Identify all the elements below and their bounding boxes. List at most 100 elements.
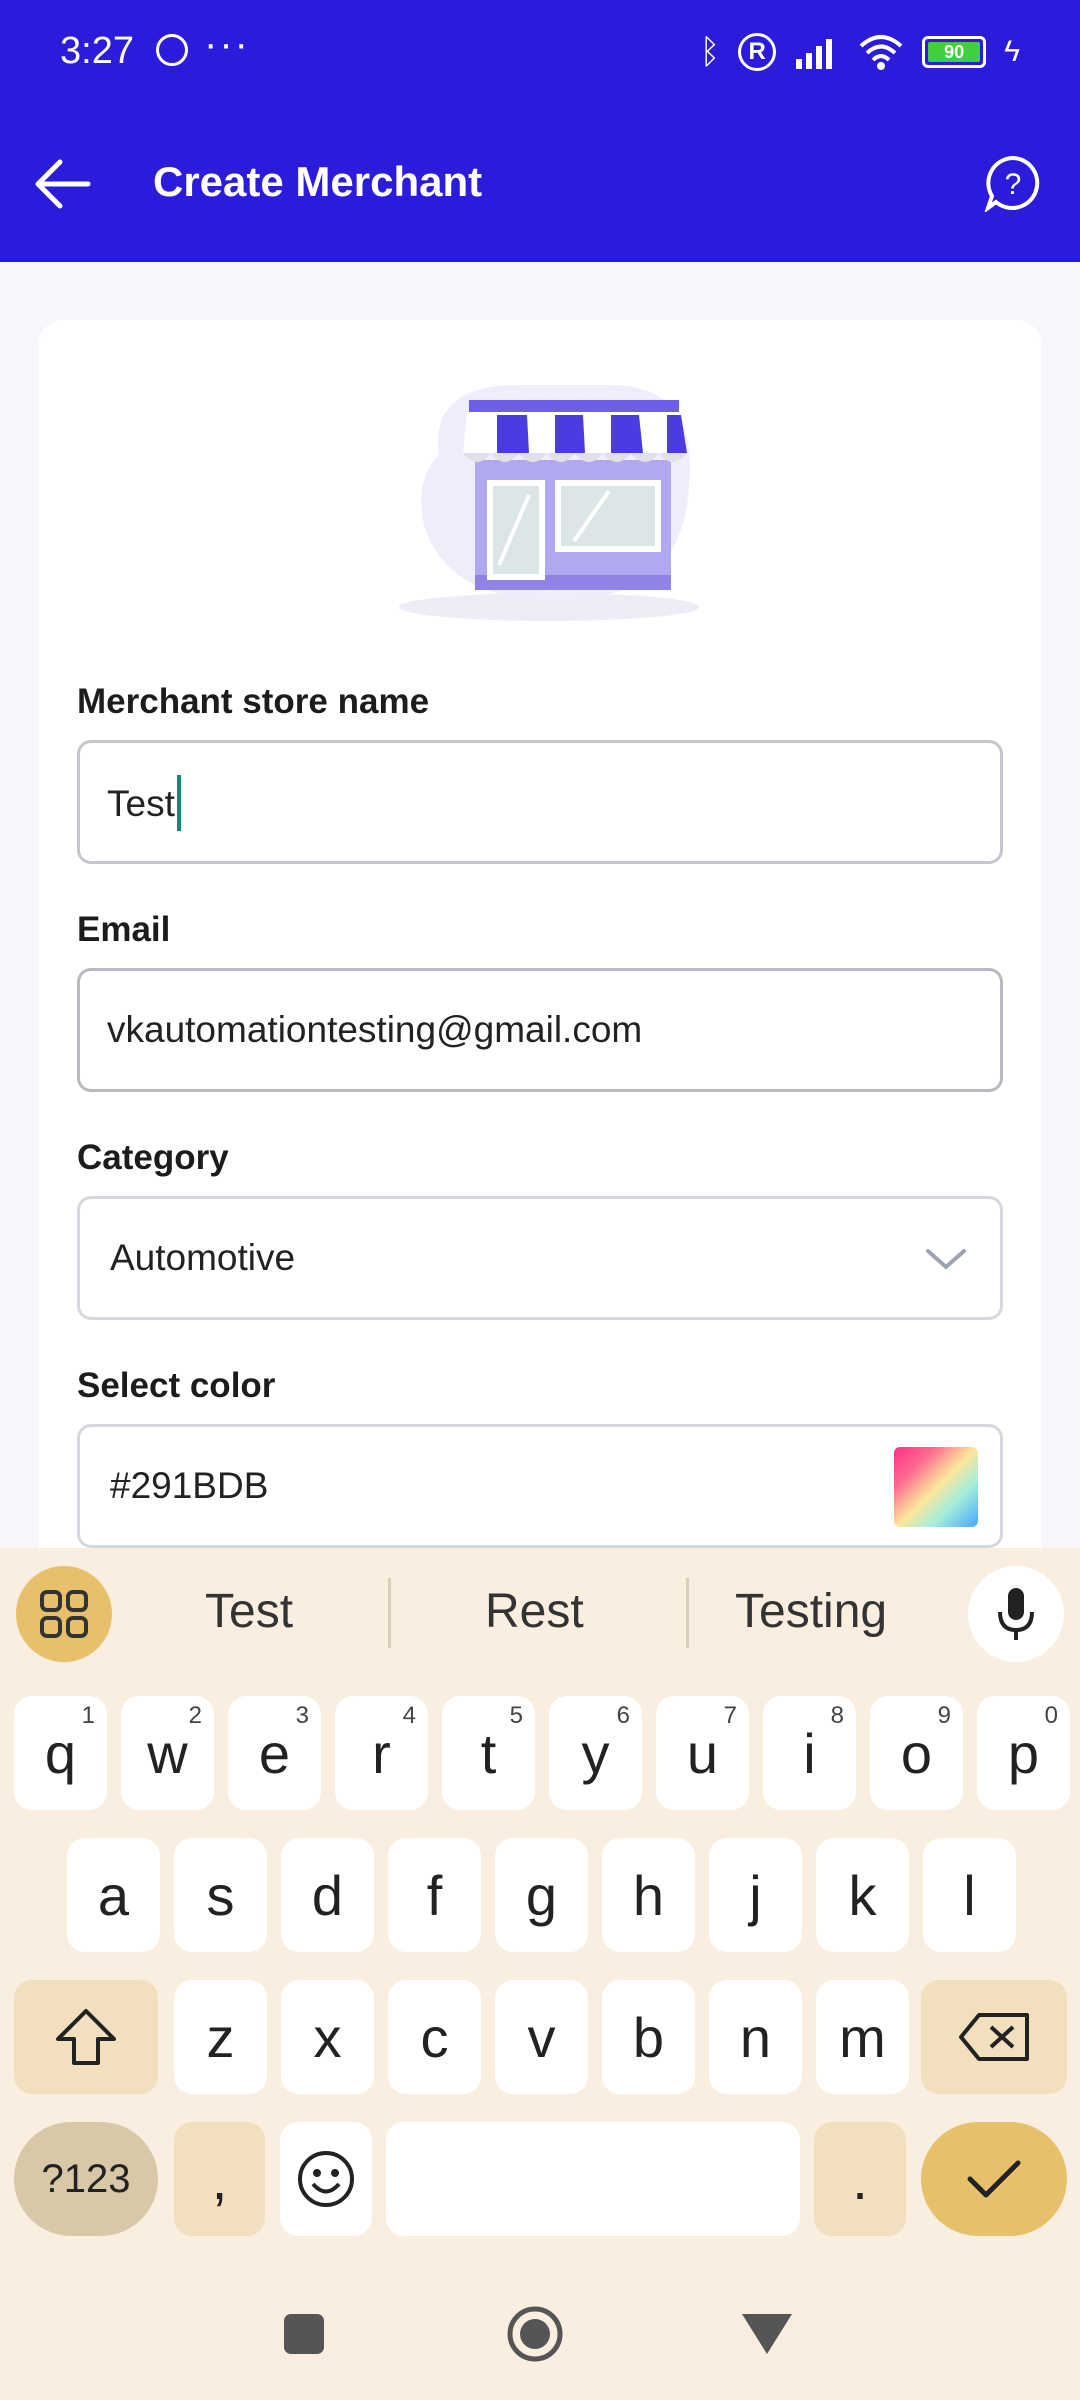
key-f[interactable]: f [388, 1838, 481, 1952]
key-l[interactable]: l [923, 1838, 1016, 1952]
key-hint: 1 [81, 1702, 95, 1729]
key-c[interactable]: c [388, 1980, 481, 2094]
key-label: e [258, 1721, 291, 1785]
grid-icon [40, 1590, 88, 1638]
key-label: p [1007, 1721, 1040, 1785]
key-y[interactable]: y6 [549, 1696, 642, 1810]
key-d[interactable]: d [281, 1838, 374, 1952]
key-hint: 5 [509, 1702, 523, 1729]
key-r[interactable]: r4 [335, 1696, 428, 1810]
key-hint: 2 [188, 1702, 202, 1729]
status-bar: 3:27 ··· ᛒ R 90 ϟ [0, 0, 1080, 105]
key-hint: 6 [616, 1702, 630, 1729]
key-label: i [803, 1721, 816, 1785]
page-title: Create Merchant [153, 158, 483, 205]
text-caret [176, 775, 181, 831]
key-a[interactable]: a [67, 1838, 160, 1952]
back-arrow-icon[interactable] [30, 152, 94, 216]
back-triangle-icon[interactable] [740, 2312, 794, 2356]
email-label: Email [77, 910, 171, 949]
key-q[interactable]: q1 [14, 1696, 107, 1810]
suggestion-2[interactable]: Rest [485, 1584, 584, 1639]
email-field[interactable]: vkautomationtesting@gmail.com [77, 968, 1003, 1092]
key-u[interactable]: u7 [656, 1696, 749, 1810]
store-illustration [399, 385, 699, 621]
key-x[interactable]: x [281, 1980, 374, 2094]
key-label: q [44, 1721, 77, 1785]
store-name-value: Test [107, 775, 181, 831]
app-bar: Create Merchant ? [0, 112, 1080, 252]
key-g[interactable]: g [495, 1838, 588, 1952]
bluetooth-icon: ᛒ [699, 32, 721, 71]
status-time: 3:27 [60, 30, 134, 72]
symbols-key[interactable]: ?123 [14, 2122, 158, 2236]
charging-icon: ϟ [1004, 35, 1020, 68]
key-k[interactable]: k [816, 1838, 909, 1952]
key-hint: 0 [1044, 1702, 1058, 1729]
chevron-down-icon [926, 1249, 966, 1270]
color-value: #291BDB [110, 1465, 269, 1506]
key-h[interactable]: h [602, 1838, 695, 1952]
key-j[interactable]: j [709, 1838, 802, 1952]
battery-level: 90 [928, 42, 981, 62]
signal-icon [796, 39, 833, 69]
space-bar[interactable] [386, 2122, 800, 2236]
key-w[interactable]: w2 [121, 1696, 214, 1810]
help-icon[interactable]: ? [984, 154, 1042, 212]
comma-key[interactable]: , [174, 2122, 265, 2236]
more-notifications-icon: ··· [204, 22, 250, 66]
key-i[interactable]: i8 [763, 1696, 856, 1810]
emoji-icon [298, 2151, 354, 2207]
keyboard-menu-button[interactable] [16, 1566, 112, 1662]
suggestion-3[interactable]: Testing [735, 1584, 887, 1639]
key-hint: 8 [830, 1702, 844, 1729]
category-select[interactable]: Automotive [77, 1196, 1003, 1320]
key-v[interactable]: v [495, 1980, 588, 2094]
key-t[interactable]: t5 [442, 1696, 535, 1810]
store-name-input[interactable]: Test [77, 740, 1003, 864]
key-label: o [900, 1721, 933, 1785]
key-label: u [686, 1721, 719, 1785]
key-hint: 4 [402, 1702, 416, 1729]
key-hint: 7 [723, 1702, 737, 1729]
color-label: Select color [77, 1366, 276, 1405]
status-icons: ᛒ R 90 ϟ [700, 30, 1020, 74]
backspace-icon [959, 2013, 1029, 2061]
category-value: Automotive [110, 1237, 296, 1278]
shift-key[interactable] [14, 1980, 158, 2094]
key-label: y [581, 1721, 610, 1785]
emoji-key[interactable] [280, 2122, 372, 2236]
key-z[interactable]: z [174, 1980, 267, 2094]
shift-arrow-icon [56, 2009, 116, 2065]
home-icon[interactable] [505, 2304, 565, 2364]
done-key[interactable] [921, 2122, 1067, 2236]
battery-icon: 90 [922, 36, 987, 68]
notification-icon [156, 34, 188, 66]
key-p[interactable]: p0 [977, 1696, 1070, 1810]
key-hint: 3 [295, 1702, 309, 1729]
merchant-form-card: Merchant store name Test Email vkautomat… [39, 320, 1041, 1620]
recents-icon[interactable] [282, 2312, 326, 2356]
wifi-icon [859, 35, 903, 70]
system-nav-bar [0, 2270, 1080, 2400]
period-key[interactable]: . [814, 2122, 906, 2236]
key-label: t [480, 1721, 497, 1785]
key-b[interactable]: b [602, 1980, 695, 2094]
key-s[interactable]: s [174, 1838, 267, 1952]
suggestion-bar: Test Rest Testing [0, 1548, 1080, 1678]
key-m[interactable]: m [816, 1980, 909, 2094]
voice-input-button[interactable] [968, 1566, 1064, 1662]
category-label: Category [77, 1138, 229, 1177]
email-value: vkautomationtesting@gmail.com [107, 1009, 643, 1050]
suggestion-1[interactable]: Test [205, 1584, 293, 1639]
suggestion-divider [686, 1578, 689, 1648]
svg-text:?: ? [1005, 168, 1022, 201]
key-e[interactable]: e3 [228, 1696, 321, 1810]
key-label: r [372, 1721, 391, 1785]
suggestion-divider [388, 1578, 391, 1648]
backspace-key[interactable] [921, 1980, 1067, 2094]
color-input[interactable]: #291BDB [77, 1424, 1003, 1548]
color-picker-swatch[interactable] [894, 1447, 978, 1527]
key-o[interactable]: o9 [870, 1696, 963, 1810]
key-n[interactable]: n [709, 1980, 802, 2094]
